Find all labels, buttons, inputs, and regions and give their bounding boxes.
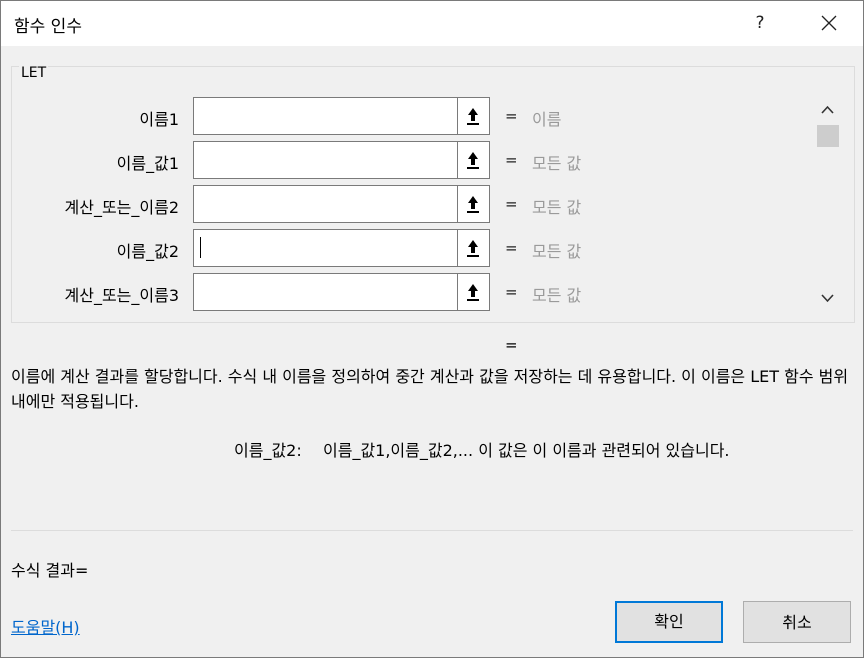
range-select-icon (467, 240, 479, 257)
collapse-dialog-button[interactable] (457, 229, 490, 267)
close-button[interactable] (809, 7, 849, 39)
text-cursor (200, 237, 201, 258)
function-description: 이름에 계산 결과를 할당합니다. 수식 내 이름을 정의하여 중간 계산과 값… (11, 367, 849, 411)
equals-sign: = (505, 239, 518, 257)
collapse-dialog-button[interactable] (457, 273, 490, 311)
range-select-icon (467, 108, 479, 125)
argument-input-2[interactable] (193, 141, 458, 179)
argument-row-1: 이름1 = 이름 (1, 97, 821, 135)
chevron-up-icon (821, 105, 834, 114)
range-select-icon (467, 196, 479, 213)
title-bar: 함수 인수 ? (1, 1, 863, 46)
help-button[interactable]: ? (743, 7, 777, 39)
collapse-dialog-button[interactable] (457, 141, 490, 179)
argument-label: 계산_또는_이름3 (64, 286, 180, 305)
equals-sign: = (505, 283, 518, 301)
argument-row-5: 계산_또는_이름3 = 모든 값 (1, 273, 821, 311)
argument-row-3: 계산_또는_이름2 = 모든 값 (1, 185, 821, 223)
equals-sign: = (505, 151, 518, 169)
argument-row-4: 이름_값2 = 모든 값 (1, 229, 821, 267)
range-select-icon (467, 152, 479, 169)
argument-help-text: 이름_값1,이름_값2,... 이 값은 이 이름과 관련되어 있습니다. (323, 441, 730, 460)
equals-sign: = (505, 107, 518, 125)
arguments-scrollbar[interactable] (814, 98, 841, 313)
argument-label: 이름_값2 (116, 242, 179, 261)
help-link[interactable]: 도움말(H) (11, 614, 80, 638)
range-select-icon (467, 284, 479, 301)
argument-help-name: 이름_값2: (234, 441, 302, 460)
function-arguments-dialog: 함수 인수 ? LET 이름1 = 이름 이름_값1 = 모든 값 계산_또는_… (0, 0, 864, 658)
scroll-thumb[interactable] (817, 125, 839, 147)
cancel-button[interactable]: 취소 (743, 601, 851, 643)
argument-input-4[interactable] (193, 229, 458, 267)
argument-label: 계산_또는_이름2 (64, 198, 180, 217)
function-name: LET (19, 65, 49, 81)
argument-input-3[interactable] (193, 185, 458, 223)
argument-value-hint: 이름 (532, 110, 562, 129)
argument-value-hint: 모든 값 (532, 198, 582, 217)
argument-label: 이름1 (139, 110, 179, 129)
argument-value-hint: 모든 값 (532, 154, 582, 173)
divider (11, 530, 853, 531)
window-title: 함수 인수 (14, 17, 82, 37)
collapse-dialog-button[interactable] (457, 97, 490, 135)
argument-value-hint: 모든 값 (532, 286, 582, 305)
close-icon (821, 15, 837, 31)
argument-input-5[interactable] (193, 273, 458, 311)
equals-sign: = (505, 195, 518, 213)
scroll-up-button[interactable] (814, 98, 841, 122)
collapse-dialog-button[interactable] (457, 185, 490, 223)
argument-row-2: 이름_값1 = 모든 값 (1, 141, 821, 179)
scroll-down-button[interactable] (814, 286, 841, 310)
formula-result: 수식 결과= (11, 561, 89, 580)
ok-button[interactable]: 확인 (615, 601, 723, 643)
function-result-equals: = (505, 336, 518, 354)
argument-value-hint: 모든 값 (532, 242, 582, 261)
argument-label: 이름_값1 (116, 154, 179, 173)
argument-input-1[interactable] (193, 97, 458, 135)
chevron-down-icon (821, 294, 834, 303)
